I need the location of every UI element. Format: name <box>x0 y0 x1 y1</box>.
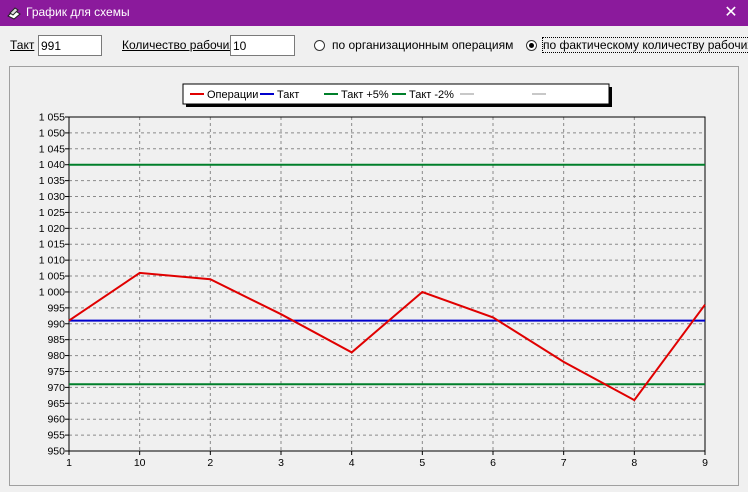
x-tick-label: 1 <box>66 457 72 469</box>
legend-label: Такт -2% <box>409 89 454 101</box>
y-tick-label: 980 <box>47 350 65 362</box>
x-tick-label: 9 <box>702 457 708 469</box>
y-tick-label: 1 000 <box>39 286 65 298</box>
x-tick-label: 10 <box>134 457 146 469</box>
x-tick-label: 7 <box>561 457 567 469</box>
mode-label-organizational: по организационным операциям <box>332 38 514 52</box>
workers-input[interactable] <box>230 35 295 56</box>
y-tick-label: 1 025 <box>39 207 65 219</box>
y-tick-label: 1 005 <box>39 271 65 283</box>
x-tick-label: 4 <box>349 457 355 469</box>
x-tick-label: 5 <box>419 457 425 469</box>
chart-panel: 950 955 960 965 970 975 980 985 990 995 1 000 1 005… <box>9 66 739 486</box>
x-tick-label: 3 <box>278 457 284 469</box>
y-tick-label: 955 <box>47 430 65 442</box>
y-tick-label: 950 <box>47 446 65 458</box>
y-tick-label: 1 040 <box>39 159 65 171</box>
x-tick-label: 2 <box>207 457 213 469</box>
y-tick-label: 1 045 <box>39 143 65 155</box>
radio-button-icon <box>314 40 325 51</box>
close-button[interactable]: ✕ <box>714 0 748 26</box>
y-tick-label: 990 <box>47 318 65 330</box>
y-tick-label: 1 015 <box>39 239 65 251</box>
radio-selected-icon <box>526 40 537 51</box>
mode-label-actual-workers: по фактическому количеству рабочих <box>541 37 748 53</box>
legend-label: Операции <box>207 89 258 101</box>
y-tick-label: 965 <box>47 398 65 410</box>
y-tick-label: 970 <box>47 382 65 394</box>
y-tick-label: 995 <box>47 302 65 314</box>
y-tick-label: 1 035 <box>39 175 65 187</box>
window-title: График для схемы <box>26 5 130 19</box>
y-tick-label: 960 <box>47 414 65 426</box>
y-tick-label: 1 020 <box>39 223 65 235</box>
takt-input[interactable] <box>38 35 102 56</box>
workers-label: Количество рабочих <box>122 38 236 52</box>
settings-toolbar: Такт Количество рабочих по организационн… <box>0 26 748 60</box>
y-tick-label: 985 <box>47 334 65 346</box>
line-chart: 9509559609659709759809859909951 0001 005… <box>39 83 708 469</box>
plot-area <box>69 117 705 451</box>
x-tick-label: 8 <box>631 457 637 469</box>
x-tick-label: 6 <box>490 457 496 469</box>
app-window-icon <box>7 7 21 20</box>
y-tick-label: 1 010 <box>39 255 65 267</box>
legend-label: Такт <box>277 89 299 101</box>
takt-label: Такт <box>10 38 35 52</box>
legend-label: Такт +5% <box>341 89 389 101</box>
y-tick-label: 1 030 <box>39 191 65 203</box>
y-tick-label: 975 <box>47 366 65 378</box>
y-tick-label: 1 055 <box>39 112 65 124</box>
close-icon: ✕ <box>724 4 738 21</box>
y-tick-label: 1 050 <box>39 127 65 139</box>
title-bar: График для схемы ✕ <box>0 0 748 26</box>
